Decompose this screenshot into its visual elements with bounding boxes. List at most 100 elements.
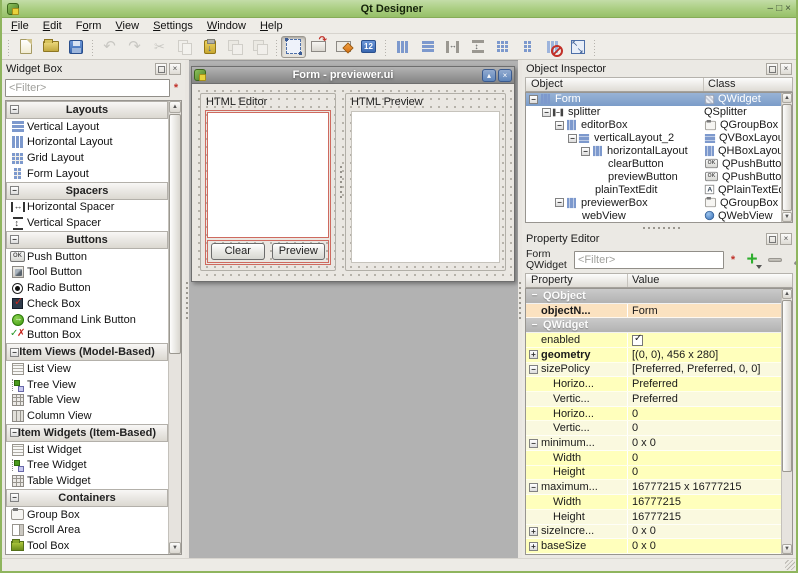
form-window-titlebar[interactable]: Form - previewer.ui ▴ × — [192, 67, 514, 84]
object-row-previewerbox[interactable]: −previewerBoxQGroupBox — [526, 196, 781, 209]
layout-vertical-splitter-button[interactable] — [465, 36, 490, 58]
menu-view[interactable]: View — [108, 19, 146, 33]
scroll-up-icon[interactable]: ▲ — [782, 289, 792, 299]
menu-edit[interactable]: Edit — [36, 19, 69, 33]
web-view[interactable] — [351, 111, 500, 263]
property-row-vertic-7[interactable]: Vertic...Preferred — [526, 392, 781, 407]
scrollbar-thumb[interactable] — [782, 104, 792, 211]
scrollbar-thumb[interactable] — [782, 300, 792, 472]
widget-filter-input[interactable] — [5, 79, 170, 97]
cut-button[interactable] — [147, 36, 172, 58]
form-splitter-handle[interactable] — [336, 93, 345, 271]
collapse-indicator-icon[interactable]: − — [555, 198, 564, 207]
scroll-up-icon[interactable]: ▲ — [169, 101, 181, 113]
save-form-button[interactable] — [63, 36, 88, 58]
object-row-clearbutton[interactable]: clearButtonQPushButton — [526, 158, 781, 171]
float-panel-button[interactable] — [766, 233, 778, 245]
collapse-indicator-icon[interactable]: − — [10, 428, 19, 437]
edit-tab-order-button[interactable] — [356, 36, 381, 58]
clear-button[interactable]: Clear — [211, 243, 265, 260]
menu-form[interactable]: Form — [69, 19, 109, 33]
lower-button[interactable] — [222, 36, 247, 58]
section-header-item-widgets-item-based[interactable]: −Item Widgets (Item-Based) — [6, 424, 168, 442]
collapse-indicator-icon[interactable]: − — [10, 235, 19, 244]
layout-horizontal-splitter-button[interactable] — [440, 36, 465, 58]
object-tree-scrollbar[interactable]: ▲ ▼ — [781, 93, 792, 222]
section-header-buttons[interactable]: −Buttons — [6, 231, 168, 249]
remove-dynamic-property-button[interactable] — [765, 250, 785, 270]
close-panel-button[interactable]: × — [780, 233, 792, 245]
property-row-width-11[interactable]: Width0 — [526, 451, 781, 466]
widget-item-table-view[interactable]: Table View — [6, 393, 168, 409]
property-row-maximum-13[interactable]: −maximum...16777215 x 16777215 — [526, 480, 781, 495]
dock-splitter-right[interactable] — [518, 60, 522, 558]
property-row-basesize-17[interactable]: +baseSize0 x 0 — [526, 539, 781, 554]
widget-item-push-button[interactable]: Push Button — [6, 249, 168, 265]
scroll-down-icon[interactable]: ▼ — [169, 542, 181, 554]
collapse-indicator-icon[interactable]: − — [10, 186, 19, 195]
object-row-horizontallayout[interactable]: −horizontalLayoutQHBoxLayout — [526, 145, 781, 158]
collapse-indicator-icon[interactable]: − — [530, 290, 539, 301]
property-row-sizepolicy-5[interactable]: −sizePolicy[Preferred, Preferred, 0, 0] — [526, 363, 781, 378]
collapse-indicator-icon[interactable]: − — [542, 108, 551, 117]
section-header-layouts[interactable]: −Layouts — [6, 101, 168, 119]
menu-window[interactable]: Window — [200, 19, 253, 33]
object-row-form[interactable]: −FormQWidget — [526, 93, 781, 106]
widget-item-scroll-area[interactable]: Scroll Area — [6, 523, 168, 539]
widget-item-group-box[interactable]: Group Box — [6, 507, 168, 523]
object-row-verticallayout-2[interactable]: −verticalLayout_2QVBoxLayout — [526, 132, 781, 145]
widget-item-check-box[interactable]: Check Box — [6, 296, 168, 312]
expander-icon[interactable]: − — [529, 365, 538, 374]
property-row-horizo-6[interactable]: Horizo...Preferred — [526, 377, 781, 392]
column-class[interactable]: Class — [704, 78, 792, 91]
property-row-height-12[interactable]: Height0 — [526, 466, 781, 481]
widget-item-tree-view[interactable]: Tree View — [6, 377, 168, 393]
close-button[interactable]: × — [498, 69, 512, 82]
widget-item-list-widget[interactable]: List Widget — [6, 442, 168, 458]
add-dynamic-property-button[interactable]: + — [742, 250, 762, 270]
layout-grid-button[interactable] — [490, 36, 515, 58]
widget-item-table-widget[interactable]: Table Widget — [6, 473, 168, 489]
section-header-spacers[interactable]: −Spacers — [6, 182, 168, 200]
scroll-down-icon[interactable]: ▼ — [782, 544, 792, 554]
property-row-horizo-8[interactable]: Horizo...0 — [526, 407, 781, 422]
property-row-minimum-10[interactable]: −minimum...0 x 0 — [526, 436, 781, 451]
property-row-enabled-3[interactable]: enabled✓ — [526, 333, 781, 348]
collapse-indicator-icon[interactable]: − — [10, 105, 19, 114]
undo-button[interactable] — [97, 36, 122, 58]
widget-item-vertical-spacer[interactable]: Vertical Spacer — [6, 215, 168, 231]
object-row-webview[interactable]: webViewQWebView — [526, 209, 781, 222]
layout-horizontal-button[interactable] — [390, 36, 415, 58]
property-group-qwidget[interactable]: −QWidget — [526, 318, 781, 333]
minimize-button[interactable]: – — [768, 3, 774, 14]
property-row-geometry-4[interactable]: +geometry[(0, 0), 456 x 280] — [526, 348, 781, 363]
menu-file[interactable]: File — [4, 19, 36, 33]
widget-item-horizontal-spacer[interactable]: Horizontal Spacer — [6, 200, 168, 216]
scrollbar-thumb[interactable] — [169, 114, 181, 354]
restore-button[interactable]: ▴ — [482, 69, 496, 82]
widget-item-grid-layout[interactable]: Grid Layout — [6, 150, 168, 166]
copy-button[interactable] — [172, 36, 197, 58]
close-panel-button[interactable]: × — [169, 63, 181, 75]
property-row-sizeincre-16[interactable]: +sizeIncre...0 x 0 — [526, 525, 781, 540]
redo-button[interactable] — [122, 36, 147, 58]
widget-item-list-view[interactable]: List View — [6, 361, 168, 377]
vertical-layout-selection[interactable]: Clear Preview — [205, 110, 331, 265]
property-table-scrollbar[interactable]: ▲ ▼ — [781, 289, 792, 554]
expander-icon[interactable]: + — [529, 527, 538, 536]
resize-grip[interactable] — [785, 560, 795, 570]
widget-item-tool-box[interactable]: Tool Box — [6, 538, 168, 554]
property-row-objectn-1[interactable]: objectN...Form — [526, 304, 781, 319]
column-property[interactable]: Property — [526, 274, 628, 287]
edit-widgets-button[interactable] — [281, 36, 306, 58]
column-object[interactable]: Object — [526, 78, 704, 91]
break-layout-button[interactable] — [540, 36, 565, 58]
expander-icon[interactable]: − — [529, 483, 538, 492]
property-filter-input[interactable] — [574, 251, 724, 269]
column-value[interactable]: Value — [628, 274, 792, 287]
preview-group-box[interactable]: HTML Preview — [345, 93, 506, 271]
menu-settings[interactable]: Settings — [146, 19, 200, 33]
widget-item-column-view[interactable]: Column View — [6, 408, 168, 424]
collapse-indicator-icon[interactable]: − — [555, 121, 564, 130]
collapse-indicator-icon[interactable]: − — [10, 493, 19, 502]
